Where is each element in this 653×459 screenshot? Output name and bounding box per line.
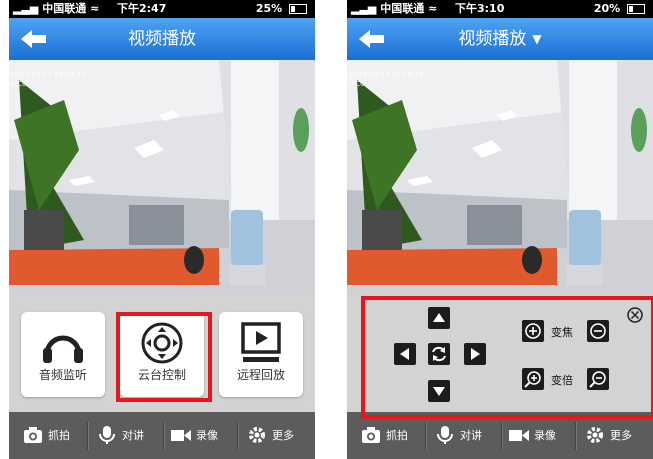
status-bar: ▂▃▅ 中国联通 ≈ 下午2:47 25% <box>9 0 315 18</box>
battery-status: 25% <box>256 0 307 18</box>
office-scene-image <box>347 60 653 294</box>
bottom-toolbar: 抓拍 对讲 录像 更多 <box>9 412 315 459</box>
remote-playback-label: 远程回放 <box>236 368 285 382</box>
page-title: 视频播放 <box>128 29 196 49</box>
wifi-icon: ≈ <box>90 2 100 15</box>
office-scene-image <box>9 60 315 294</box>
video-record-icon <box>171 430 191 441</box>
dropdown-caret-icon: ▼ <box>532 32 542 46</box>
page-title-dropdown[interactable]: 视频播放 ▼ <box>347 18 653 60</box>
gear-icon <box>249 427 265 443</box>
more-tab[interactable]: 更多 <box>247 412 311 459</box>
video-feed[interactable]: 2013-03-14 15:08:34 IPC0 <box>347 60 653 294</box>
camera-icon <box>24 427 42 443</box>
status-time: 下午2:47 <box>117 2 167 15</box>
toolbar-divider <box>87 422 89 450</box>
ptz-highlight-box <box>361 296 653 419</box>
signal-icon: ▂▃▅ <box>13 2 39 15</box>
video-record-icon <box>509 430 529 441</box>
remote-playback-button[interactable]: 远程回放 <box>219 312 303 397</box>
toolbar-divider <box>425 422 427 450</box>
navigation-bar: 视频播放 ▼ <box>347 18 653 60</box>
status-time: 下午3:10 <box>455 2 505 15</box>
ptz-highlight-box <box>116 312 212 402</box>
microphone-icon <box>99 426 115 444</box>
battery-status: 20% <box>594 0 645 18</box>
intercom-tab[interactable]: 对讲 <box>435 412 499 459</box>
video-feed[interactable]: 2013-03-14 14:42:34 IPC0 <box>9 60 315 294</box>
toolbar-divider <box>575 422 577 450</box>
phone-screen-audio-view: ▂▃▅ 中国联通 ≈ 下午2:47 25% 视频播放 2013-03-14 14… <box>9 0 315 459</box>
capture-tab[interactable]: 抓拍 <box>361 412 425 459</box>
camera-icon <box>362 427 380 443</box>
signal-icon: ▂▃▅ <box>351 2 377 15</box>
carrier-label: ▂▃▅ 中国联通 ≈ <box>13 2 100 15</box>
wifi-icon: ≈ <box>428 2 438 15</box>
intercom-tab[interactable]: 对讲 <box>97 412 161 459</box>
bottom-toolbar: 抓拍 对讲 录像 更多 <box>347 412 653 459</box>
toolbar-divider <box>237 422 239 450</box>
toolbar-divider <box>501 422 503 450</box>
video-timestamp: 2013-03-14 14:42:34 IPC0 <box>11 71 86 88</box>
capture-tab[interactable]: 抓拍 <box>23 412 87 459</box>
navigation-bar: 视频播放 <box>9 18 315 60</box>
record-tab[interactable]: 录像 <box>509 412 573 459</box>
microphone-icon <box>437 426 453 444</box>
status-bar: ▂▃▅ 中国联通 ≈ 下午3:10 20% <box>347 0 653 18</box>
video-timestamp: 2013-03-14 15:08:34 IPC0 <box>349 71 424 88</box>
toolbar-divider <box>163 422 165 450</box>
audio-monitor-button[interactable]: 音频监听 <box>21 312 105 397</box>
audio-monitor-label: 音频监听 <box>38 368 87 382</box>
headphones-icon <box>43 335 83 363</box>
battery-icon <box>289 4 307 14</box>
carrier-label: ▂▃▅ 中国联通 ≈ <box>351 2 438 15</box>
record-tab[interactable]: 录像 <box>171 412 235 459</box>
gear-icon <box>587 427 603 443</box>
more-tab[interactable]: 更多 <box>585 412 649 459</box>
playback-monitor-icon <box>241 322 281 362</box>
battery-icon <box>627 4 645 14</box>
